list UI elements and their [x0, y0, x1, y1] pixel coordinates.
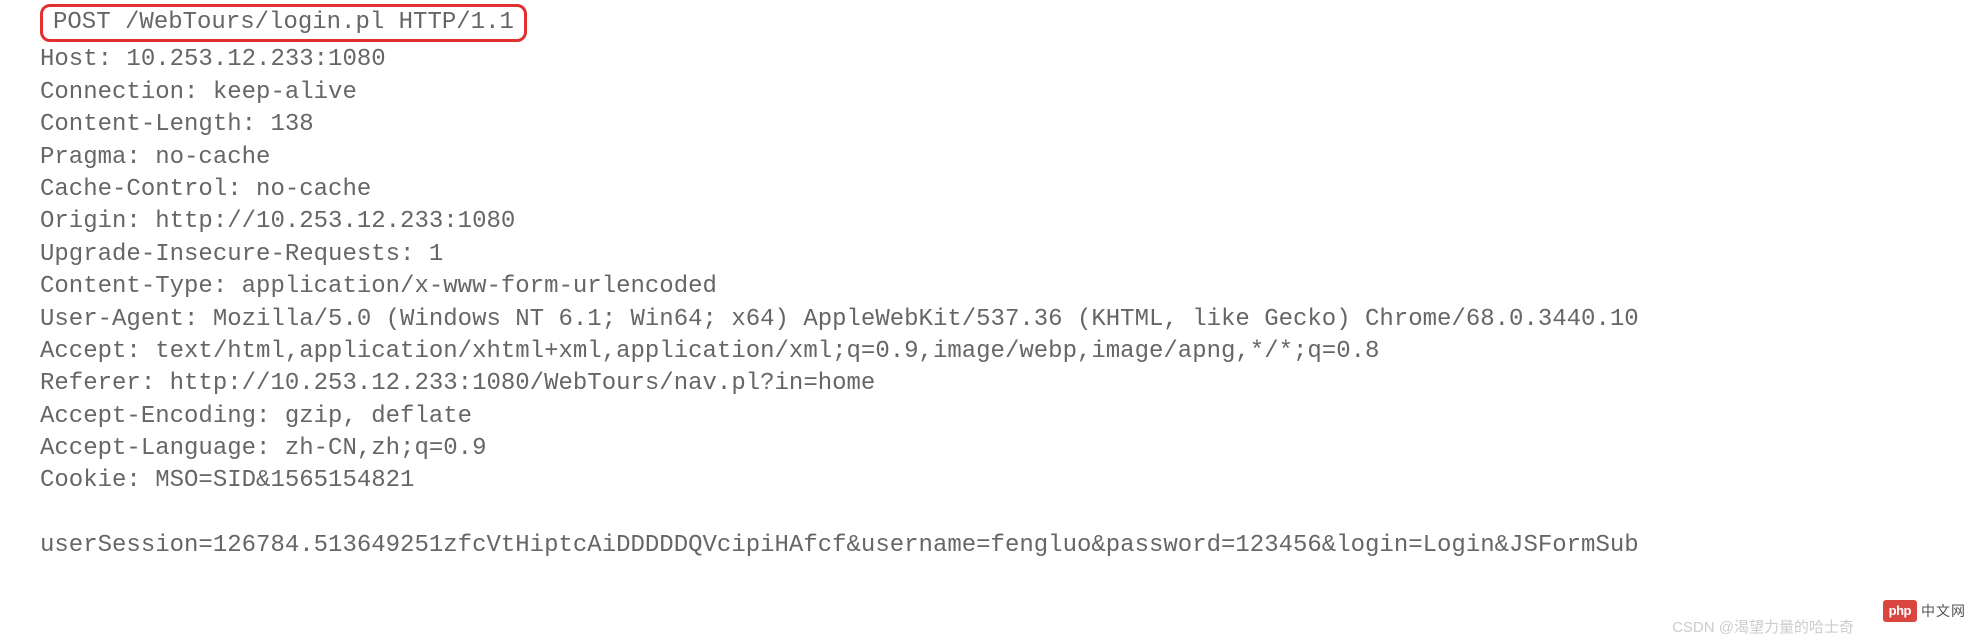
http-header: Referer: http://10.253.12.233:1080/WebTo… — [40, 368, 1974, 400]
http-header: Accept-Encoding: gzip, deflate — [40, 401, 1974, 433]
http-body: userSession=126784.513649251zfcVtHiptcAi… — [40, 530, 1974, 562]
watermark-text: 中文网 — [1921, 602, 1966, 621]
http-header: Connection: keep-alive — [40, 77, 1974, 109]
blank-line — [40, 498, 1974, 530]
http-header: Upgrade-Insecure-Requests: 1 — [40, 239, 1974, 271]
http-header: Host: 10.253.12.233:1080 — [40, 44, 1974, 76]
watermark: php 中文网 — [1883, 600, 1966, 622]
http-header: Accept-Language: zh-CN,zh;q=0.9 — [40, 433, 1974, 465]
csdn-attribution: CSDN @渴望力量的哈士奇 — [1672, 618, 1854, 638]
http-header: Content-Length: 138 — [40, 109, 1974, 141]
http-header: Pragma: no-cache — [40, 142, 1974, 174]
http-request-line: POST /WebTours/login.pl HTTP/1.1 — [40, 4, 527, 42]
http-header: Cookie: MSO=SID&1565154821 — [40, 465, 1974, 497]
watermark-logo: php — [1883, 600, 1917, 622]
http-header: Accept: text/html,application/xhtml+xml,… — [40, 336, 1974, 368]
http-header: Content-Type: application/x-www-form-url… — [40, 271, 1974, 303]
http-header: Cache-Control: no-cache — [40, 174, 1974, 206]
http-header: User-Agent: Mozilla/5.0 (Windows NT 6.1;… — [40, 304, 1974, 336]
http-header: Origin: http://10.253.12.233:1080 — [40, 206, 1974, 238]
